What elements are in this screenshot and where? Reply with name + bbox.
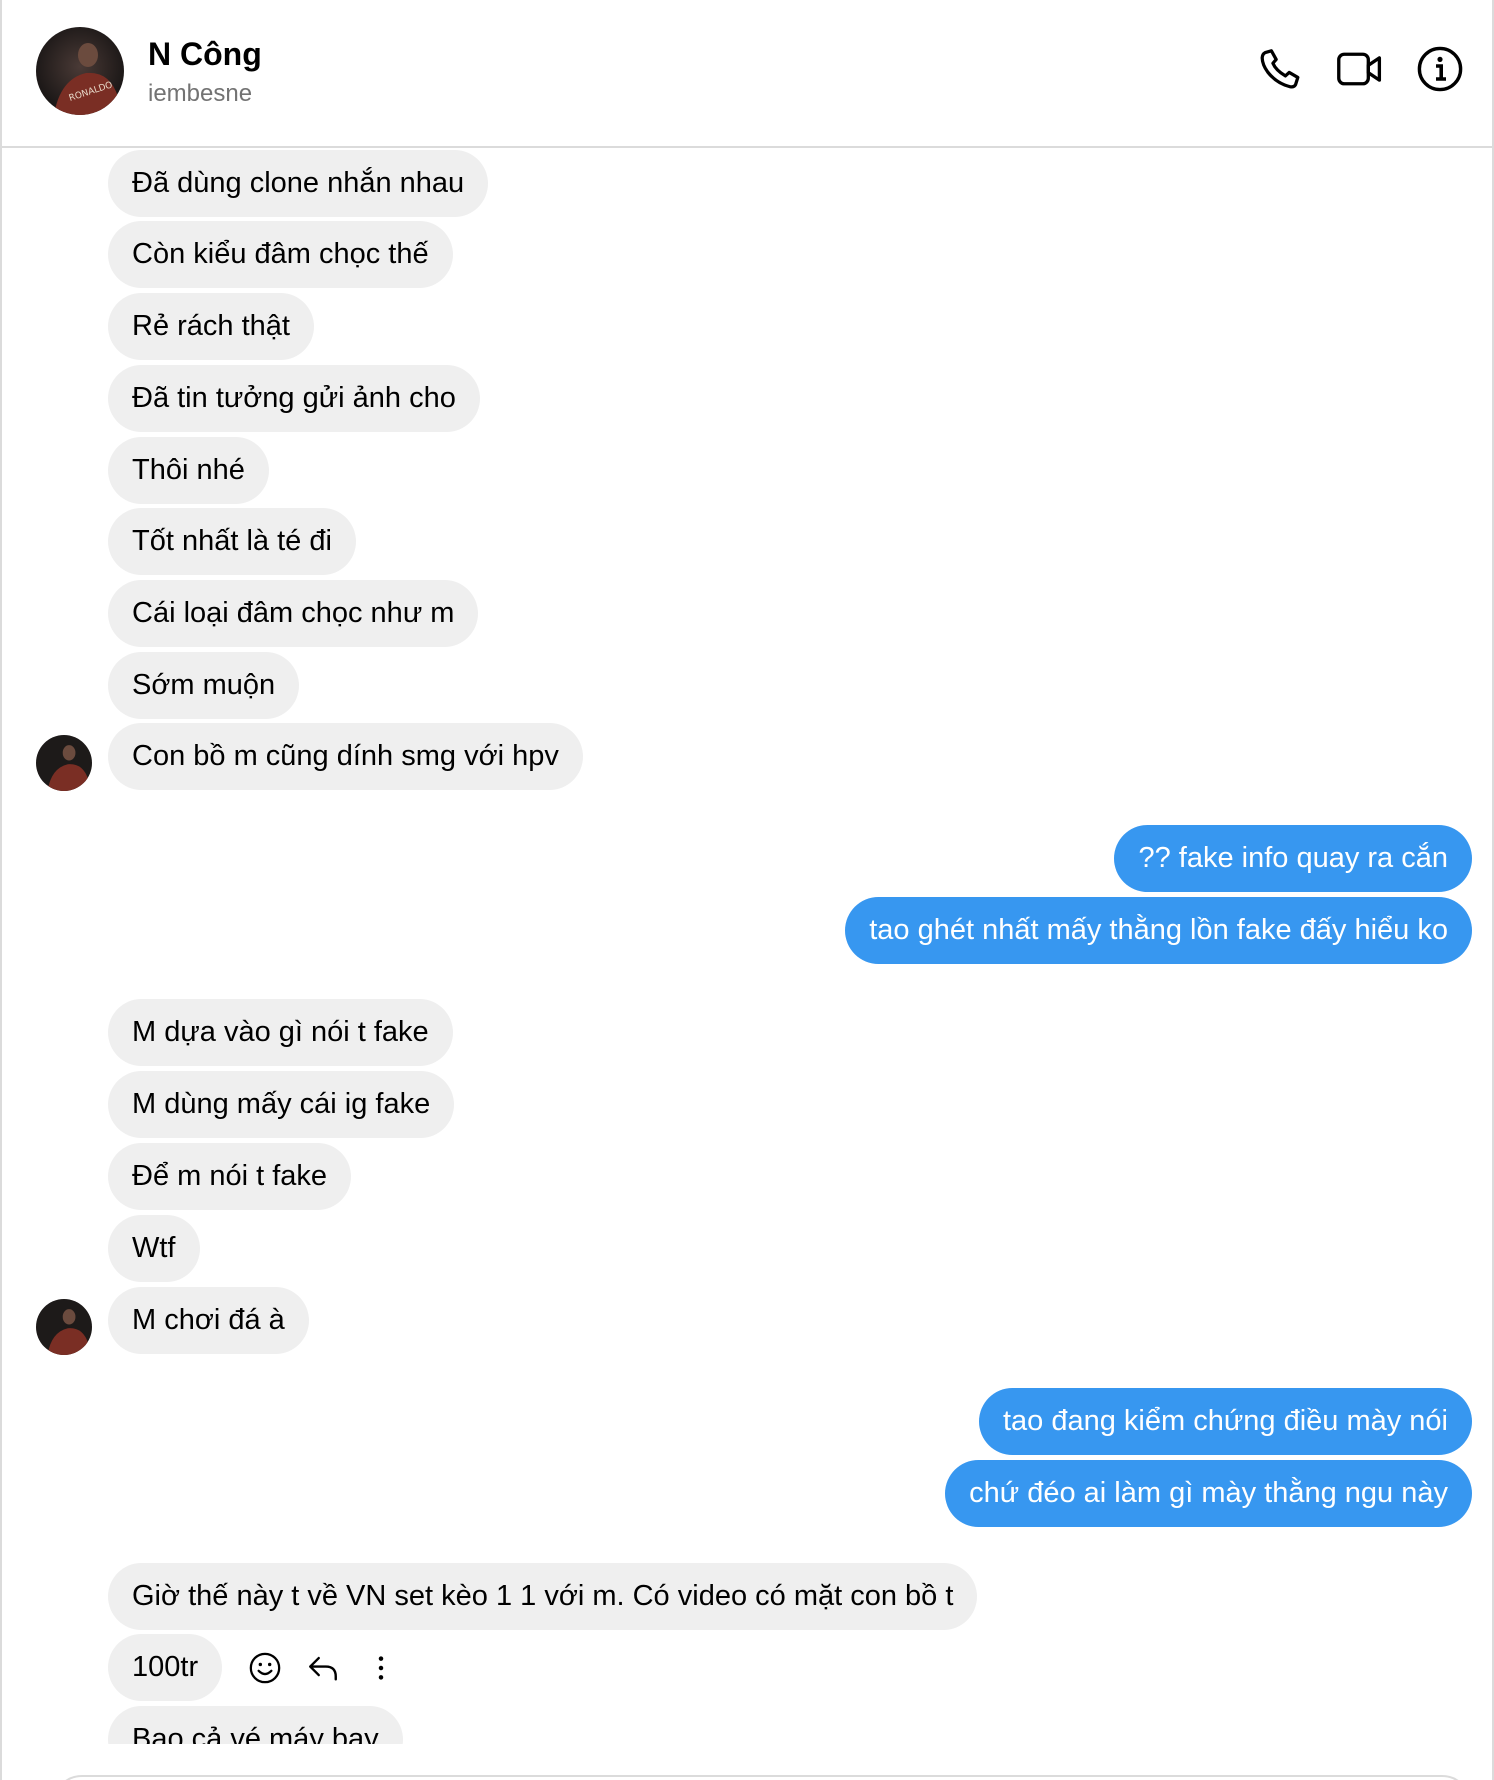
- voice-call-button[interactable]: [1256, 45, 1304, 93]
- reply-button[interactable]: [304, 1649, 342, 1687]
- incoming-message[interactable]: 100tr: [108, 1634, 223, 1701]
- incoming-message[interactable]: Sớm muộn: [108, 652, 300, 719]
- incoming-message[interactable]: Bao cả vé máy bay: [108, 1706, 403, 1744]
- chat-header: RONALDO N Công iembesne: [2, 0, 1492, 148]
- message-thread[interactable]: Đã dùng clone nhắn nhau Còn kiểu đâm chọ…: [2, 150, 1492, 1744]
- sender-avatar[interactable]: [36, 735, 92, 791]
- video-call-button[interactable]: [1336, 45, 1384, 93]
- smiley-icon: [249, 1652, 281, 1684]
- outgoing-message[interactable]: tao đang kiểm chứng điều mày nói: [978, 1388, 1472, 1455]
- outgoing-message[interactable]: ?? fake info quay ra cắn: [1114, 825, 1472, 892]
- message-hover-actions: [246, 1649, 400, 1687]
- incoming-message[interactable]: Rẻ rách thật: [108, 293, 314, 360]
- incoming-message[interactable]: M dựa vào gì nói t fake: [108, 999, 453, 1066]
- incoming-message[interactable]: Đã dùng clone nhắn nhau: [108, 150, 489, 217]
- incoming-message[interactable]: Thôi nhé: [108, 437, 269, 504]
- profile-avatar[interactable]: RONALDO: [36, 27, 124, 115]
- more-options-button[interactable]: [362, 1649, 400, 1687]
- incoming-message[interactable]: Giờ thế này t về VN set kèo 1 1 với m. C…: [108, 1563, 978, 1630]
- incoming-message[interactable]: M chơi đá à: [108, 1287, 309, 1354]
- contact-name[interactable]: N Công: [148, 36, 262, 73]
- message-composer[interactable]: [52, 1775, 1472, 1780]
- outgoing-message[interactable]: chứ đéo ai làm gì mày thằng ngu này: [945, 1460, 1472, 1527]
- info-icon: [1417, 46, 1463, 92]
- header-actions: [1256, 45, 1464, 93]
- incoming-message[interactable]: M dùng mấy cái ig fake: [108, 1071, 455, 1138]
- chat-window: RONALDO N Công iembesne Đã dùng clone nh…: [0, 0, 1494, 1780]
- reply-arrow-icon: [309, 1656, 337, 1681]
- incoming-message[interactable]: Để m nói t fake: [108, 1143, 352, 1210]
- more-vertical-icon: [378, 1656, 384, 1680]
- sender-avatar[interactable]: [36, 1299, 92, 1355]
- outgoing-message[interactable]: tao ghét nhất mấy thằng lồn fake đấy hiể…: [845, 897, 1472, 964]
- incoming-message[interactable]: Còn kiểu đâm chọc thế: [108, 221, 453, 288]
- react-button[interactable]: [246, 1649, 284, 1687]
- contact-username: iembesne: [148, 80, 253, 107]
- conversation-info-button[interactable]: [1416, 45, 1464, 93]
- incoming-message[interactable]: Con bồ m cũng dính smg với hpv: [108, 723, 583, 790]
- incoming-message[interactable]: Cái loại đâm chọc như m: [108, 580, 479, 647]
- incoming-message[interactable]: Wtf: [108, 1215, 200, 1282]
- video-camera-icon: [1337, 52, 1382, 86]
- incoming-message[interactable]: Tốt nhất là té đi: [108, 508, 356, 575]
- phone-icon: [1260, 49, 1300, 89]
- incoming-message[interactable]: Đã tin tưởng gửi ảnh cho: [108, 365, 480, 432]
